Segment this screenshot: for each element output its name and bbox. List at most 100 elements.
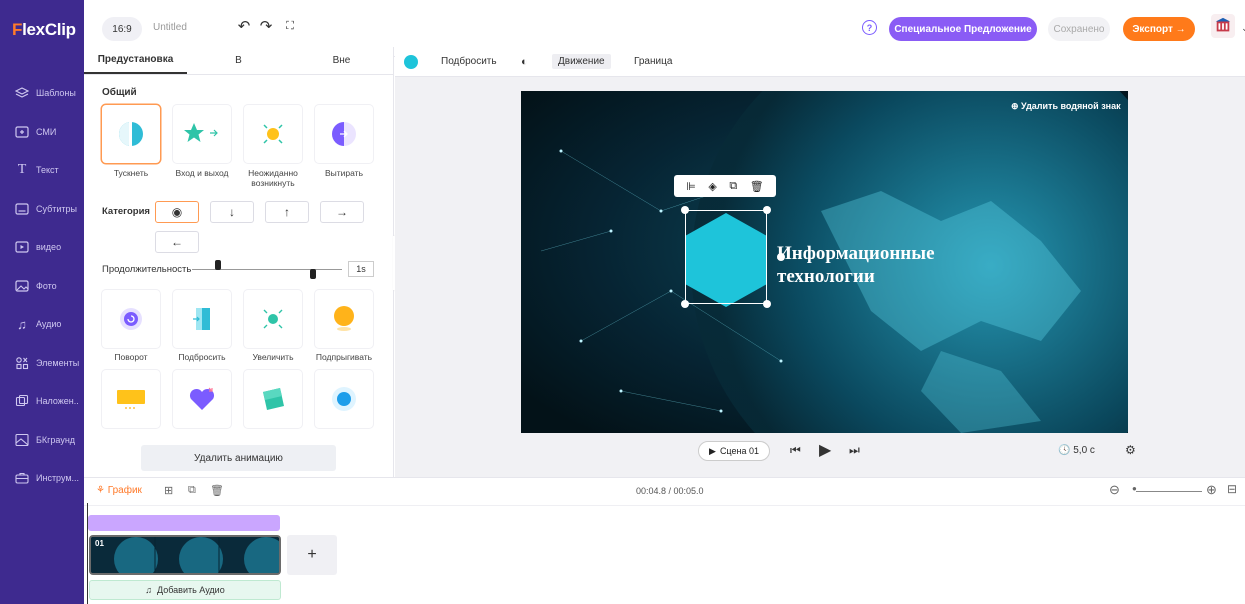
timeline-time: 00:04.8 / 00:05.0 [636,486,704,496]
zoom-slider[interactable] [1136,491,1202,492]
zoom-slider-thumb[interactable]: ● [1132,484,1137,493]
overlay-icon [14,394,30,408]
aspect-ratio-button[interactable]: 16:9 [102,17,142,41]
direction-center-button[interactable]: ◉ [155,201,199,223]
duration-input[interactable]: 1s [348,261,374,277]
sidebar-item-templates[interactable]: Шаблоны [0,74,84,113]
add-scene-button[interactable]: + [287,535,337,575]
anim-fade-card[interactable] [102,105,160,163]
duplicate-icon[interactable]: ⧉ [188,484,196,497]
anim-toss-label: Подбросить [178,352,226,362]
fullscreen-icon[interactable]: ⛶ [282,18,298,34]
scene-clip[interactable]: 01 [89,535,281,575]
redo-icon[interactable]: ↷ [258,18,274,35]
clip-thumbnail [91,537,279,573]
anim-rotate-card[interactable] [102,290,160,348]
direction-up-button[interactable]: ↑ [265,201,309,223]
selection-box[interactable] [685,210,767,304]
sidebar-item-video[interactable]: видео [0,228,84,267]
settings-icon[interactable]: ⚙ [1125,443,1136,457]
heart-icon [189,387,215,410]
sidebar-item-text[interactable]: T Текст [0,151,84,190]
anim-bounce-card[interactable] [315,290,373,348]
sidebar-item-media[interactable]: СМИ [0,113,84,152]
direction-left-button[interactable]: ← [155,231,199,253]
project-title[interactable]: Untitled [153,22,187,33]
scene-button[interactable]: ▶ Сцена 01 [698,441,770,461]
duration-slider-thumb-end[interactable] [310,269,316,279]
special-offer-button[interactable]: Специальное Предложение [889,17,1037,41]
avatar[interactable] [1211,14,1235,38]
next-icon[interactable]: ⏭ [849,443,860,458]
sidebar-item-elements[interactable]: Элементы [0,344,84,383]
direction-right-button[interactable]: → [320,201,364,223]
anim-wipe-card[interactable] [315,105,373,163]
anim-heart-card[interactable] [173,370,231,428]
sidebar-item-photo[interactable]: Фото [0,267,84,306]
delete-animation-button[interactable]: Удалить анимацию [141,445,336,471]
anim-pulse-card[interactable] [315,370,373,428]
saved-status-button[interactable]: Сохранено [1048,17,1110,41]
graph-button[interactable]: ⚘ График [96,485,142,496]
flip-icon [263,388,284,410]
trash-icon[interactable]: 🗑 [210,484,224,497]
trash-icon[interactable]: 🗑 [750,180,764,193]
toss-icon [193,308,210,330]
sidebar-item-tools[interactable]: Инструм... [0,459,84,498]
add-audio-button[interactable]: ♫ Добавить Аудио [89,580,281,600]
motion-tool[interactable]: Движение [552,54,611,69]
general-section-title: Общий [102,87,137,98]
popup-icon [263,124,283,144]
anim-rotate-label: Поворот [114,352,148,362]
export-button[interactable]: Экспорт → [1123,17,1195,41]
sidebar-item-audio[interactable]: ♫ Аудио [0,305,84,344]
clock-icon: 🕓 [1058,445,1071,456]
sidebar-item-background[interactable]: БКграунд [0,421,84,460]
sidebar-item-subtitles[interactable]: Субтитры [0,190,84,229]
animation-tabs: Предустановка В Вне [84,47,393,75]
toss-tool[interactable]: Подбросить [441,56,497,67]
resize-handle[interactable] [681,206,689,214]
element-track[interactable] [88,515,280,531]
anim-bounce-label: Подпрыгивать [315,352,373,362]
flexclip-logo[interactable]: FlexClip [0,0,84,60]
anim-zoom-card[interactable] [244,290,302,348]
color-picker[interactable] [404,55,418,69]
duration-slider-thumb[interactable] [215,260,221,270]
tab-preset[interactable]: Предустановка [84,47,187,74]
zoom-out-icon[interactable]: ⊖ [1109,482,1120,498]
tab-in[interactable]: В [187,47,290,74]
rotate-handle[interactable] [777,253,785,261]
anim-toss-card[interactable] [173,290,231,348]
video-preview[interactable]: ⊕ Удалить водяной знак Информационные те… [521,91,1128,433]
canvas-stage: ⊕ Удалить водяной знак Информационные те… [395,77,1245,477]
anim-in-out-card[interactable] [173,105,231,163]
bounce-icon [334,306,354,331]
border-tool[interactable]: Граница [634,56,672,67]
anim-popup-card[interactable] [244,105,302,163]
timeline: ⚘ График ⊞ ⧉ 🗑 00:04.8 / 00:05.0 ⊖ ● ⊕ ⊟… [84,477,1245,604]
zoom-in-icon[interactable]: ⊕ [1206,482,1217,498]
anim-flip-card[interactable] [244,370,302,428]
split-icon[interactable]: ⊞ [164,484,173,497]
undo-icon[interactable]: ↶ [236,18,252,35]
playhead[interactable] [87,503,88,604]
layers-icon[interactable]: ◈ [708,180,716,193]
align-icon[interactable]: ⊫ [686,180,696,193]
overlay-title-text[interactable]: Информационные технологии [777,242,935,288]
anim-slide-card[interactable] [102,370,160,428]
tab-out[interactable]: Вне [290,47,393,74]
remove-watermark-link[interactable]: ⊕ Удалить водяной знак [1011,101,1121,112]
play-icon[interactable]: ▶ [819,440,831,460]
chevron-down-icon[interactable]: ⌄ [1237,20,1245,36]
sidebar-item-overlay[interactable]: Наложен.. [0,382,84,421]
previous-icon[interactable]: ⏮ [790,443,801,458]
help-icon[interactable]: ? [862,20,877,35]
fit-icon[interactable]: ⊟ [1227,482,1237,496]
resize-handle[interactable] [763,206,771,214]
opacity-icon[interactable]: ◐ [521,56,528,68]
resize-handle[interactable] [681,300,689,308]
direction-down-button[interactable]: ↓ [210,201,254,223]
duplicate-icon[interactable]: ⧉ [729,180,737,193]
resize-handle[interactable] [763,300,771,308]
